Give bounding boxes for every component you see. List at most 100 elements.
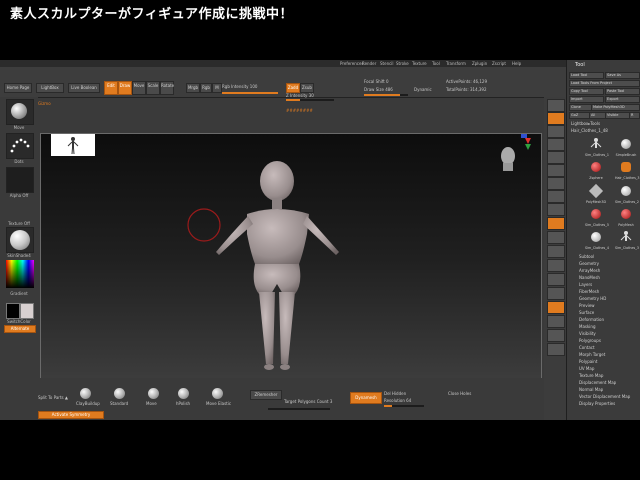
paste-tool-button[interactable]: Paste Tool <box>605 88 640 95</box>
move-view-button[interactable] <box>547 245 565 258</box>
primary-color-swatch[interactable] <box>6 303 20 319</box>
tool-thumb-zsphere[interactable] <box>587 160 605 175</box>
target-polygons-slider[interactable] <box>268 408 330 410</box>
aahalf-button[interactable] <box>547 164 565 177</box>
xyz-button[interactable] <box>547 217 565 230</box>
section-nanomesh[interactable]: NanoMesh <box>579 275 600 280</box>
lsym-button[interactable] <box>547 203 565 216</box>
rgb-intensity-slider[interactable] <box>222 92 278 94</box>
secondary-color-swatch[interactable] <box>20 303 34 319</box>
clone-button[interactable]: Clone <box>569 104 592 111</box>
section-displacement-map[interactable]: Displacement Map <box>579 380 616 385</box>
activate-symmetry-button[interactable]: Activate Symmetry <box>38 411 104 419</box>
live-boolean-button[interactable]: Live Boolean <box>68 83 100 93</box>
section-vector-displacement-map[interactable]: Vector Displacement Map <box>579 394 630 399</box>
transp-button[interactable] <box>547 315 565 328</box>
close-holes-button[interactable]: Close Holes <box>448 391 471 396</box>
scroll-button[interactable] <box>547 125 565 138</box>
visible-button[interactable]: Visible <box>605 112 630 119</box>
frame-button[interactable] <box>547 231 565 244</box>
menu-item[interactable]: Texture <box>412 61 427 66</box>
section-arraymesh[interactable]: ArrayMesh <box>579 268 600 273</box>
goz-button[interactable]: GoZ <box>569 112 590 119</box>
dynamic-button[interactable]: Dynamic <box>414 87 432 92</box>
load-tools-from-project-button[interactable]: Load Tools From Project <box>569 80 640 87</box>
lightbox-tools-label[interactable]: Lightbox▸Tools <box>571 121 600 126</box>
mrgb-button[interactable]: Mrgb <box>186 83 200 93</box>
draw-size-slider[interactable] <box>364 94 408 96</box>
alternate-button[interactable]: Alternate <box>4 325 36 333</box>
all-button[interactable]: All <box>589 112 606 119</box>
actual-button[interactable] <box>547 151 565 164</box>
section-masking[interactable]: Masking <box>579 324 596 329</box>
section-layers[interactable]: Layers <box>579 282 592 287</box>
color-picker[interactable] <box>6 260 34 288</box>
section-display-properties[interactable]: Display Properties <box>579 401 615 406</box>
section-geometry-hd[interactable]: Geometry HD <box>579 296 606 301</box>
zoom-button[interactable] <box>547 138 565 151</box>
canvas-viewport[interactable] <box>40 133 542 413</box>
rotate-button[interactable]: Rotate <box>160 81 174 95</box>
section-deformation[interactable]: Deformation <box>579 317 604 322</box>
export-button[interactable]: Export <box>605 96 640 103</box>
menu-item[interactable]: Preferences <box>340 61 364 66</box>
dynamesh-button[interactable]: Dynamesh <box>350 392 382 404</box>
section-geometry[interactable]: Geometry <box>579 261 599 266</box>
floor-button[interactable] <box>547 190 565 203</box>
menu-item[interactable]: Zscript <box>492 61 506 66</box>
del-hidden-button[interactable]: Del Hidden <box>384 391 406 396</box>
move-button[interactable]: Move <box>132 81 146 95</box>
tool-thumb-simplebrush[interactable] <box>617 160 635 175</box>
standard-brush-icon[interactable] <box>114 388 125 399</box>
sculpt-model[interactable] <box>41 134 541 412</box>
menu-item[interactable]: Stroke <box>396 61 409 66</box>
persp-button[interactable] <box>547 177 565 190</box>
import-button[interactable]: Import <box>569 96 604 103</box>
load-tool-button[interactable]: Load Tool <box>569 72 604 79</box>
edit-button[interactable]: Edit <box>104 81 118 95</box>
section-surface[interactable]: Surface <box>579 310 594 315</box>
section-contact[interactable]: Contact <box>579 345 595 350</box>
section-preview[interactable]: Preview <box>579 303 595 308</box>
menu-item[interactable]: Transform <box>446 61 466 66</box>
tool-thumb-sim-5[interactable] <box>587 207 605 222</box>
draw-button[interactable]: Draw <box>118 81 132 95</box>
tool-thumb-hair[interactable] <box>587 137 605 152</box>
unsmooth-button[interactable]: ZRemesher <box>250 390 282 400</box>
z-intensity-slider[interactable] <box>286 99 334 101</box>
split-to-parts-button[interactable]: Split To Parts ▲ <box>38 395 68 400</box>
scale-view-button[interactable] <box>547 259 565 272</box>
section-texture-map[interactable]: Texture Map <box>579 373 603 378</box>
hpolish-brush-icon[interactable] <box>178 388 189 399</box>
menu-item[interactable]: Tool <box>432 61 440 66</box>
line-fill-button[interactable] <box>547 287 565 300</box>
tool-thumb-polymesh[interactable] <box>587 183 605 199</box>
menu-item[interactable]: Zplugin <box>472 61 487 66</box>
m-button[interactable]: M <box>212 83 222 93</box>
switch-color-label[interactable]: SwitchColor <box>0 319 38 324</box>
menu-item[interactable]: Render <box>362 61 376 66</box>
current-tool-label[interactable]: Hair_Clothes_1_48 <box>571 128 608 133</box>
section-polygroups[interactable]: Polygroups <box>579 338 601 343</box>
section-visibility[interactable]: Visibility <box>579 331 596 336</box>
tool-thumb-sim-clothes[interactable] <box>617 184 635 199</box>
zsub-button[interactable]: Zsub <box>300 83 314 93</box>
section-morph-target[interactable]: Morph Target <box>579 352 605 357</box>
bpr-button[interactable] <box>547 99 565 112</box>
r-button[interactable]: R <box>629 112 640 119</box>
make-polymesh-button[interactable]: Make PolyMesh3D <box>591 104 640 111</box>
brush-thumbnail[interactable] <box>6 99 34 125</box>
rotate-view-button[interactable] <box>547 273 565 286</box>
move-elastic-brush-icon[interactable] <box>212 388 223 399</box>
section-polypaint[interactable]: Polypaint <box>579 359 597 364</box>
copy-tool-button[interactable]: Copy Tool <box>569 88 604 95</box>
tool-thumb-sim-3[interactable] <box>617 230 635 245</box>
zadd-button[interactable]: Zadd <box>286 83 300 93</box>
material-thumbnail[interactable] <box>6 227 34 253</box>
menu-item[interactable]: Stencil <box>380 61 394 66</box>
claybuildup-brush-icon[interactable] <box>80 388 91 399</box>
menu-item[interactable]: Help <box>512 61 521 66</box>
rgb-button[interactable]: Rgb <box>200 83 212 93</box>
tool-thumb-cylinder[interactable] <box>617 137 635 152</box>
tool-thumb-sim-4[interactable] <box>587 230 605 245</box>
